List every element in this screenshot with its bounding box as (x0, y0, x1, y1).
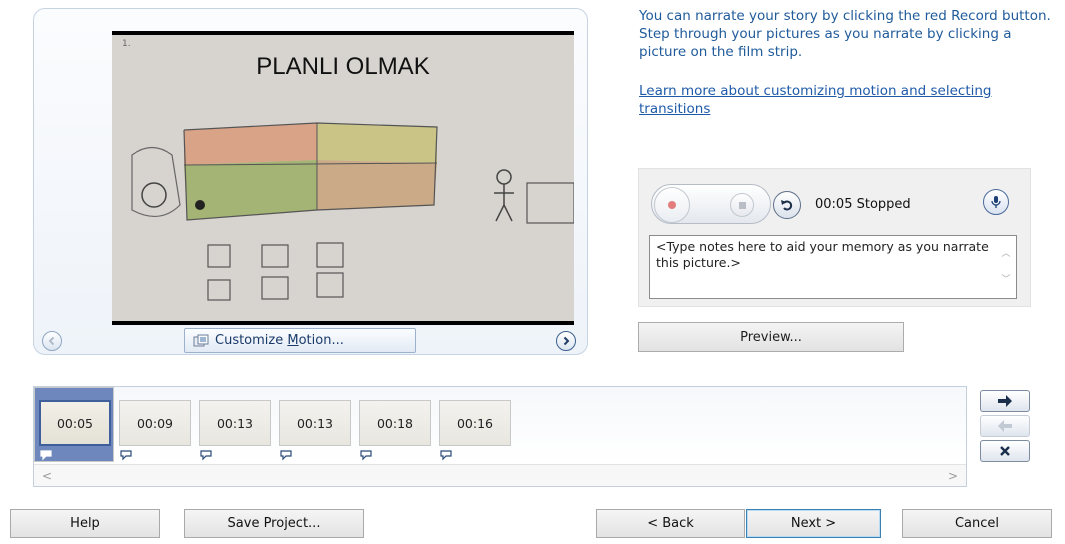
film-strip-rail: 00:05 00:09 00:13 00:13 00:18 00:16 (34, 387, 966, 462)
scroll-down-icon: ﹀ (1001, 275, 1011, 285)
learn-more-link[interactable]: Learn more about customizing motion and … (639, 82, 1059, 118)
film-strip: 00:05 00:09 00:13 00:13 00:18 00:16 < > (33, 386, 967, 487)
narration-time: 00:05 (815, 197, 853, 212)
filmstrip-frame[interactable]: 00:13 (199, 400, 271, 446)
narration-panel: 00:05 Stopped <Type notes here to aid yo… (638, 168, 1031, 307)
undo-icon (781, 200, 793, 211)
arrow-left-icon (998, 420, 1012, 432)
chevron-right-icon (563, 336, 570, 346)
filmstrip-frame[interactable]: 00:18 (359, 400, 431, 446)
narration-note-icon (360, 450, 372, 461)
back-button[interactable]: < Back (596, 509, 745, 538)
remove-picture-button[interactable] (980, 440, 1030, 462)
previous-picture-button[interactable] (42, 331, 62, 351)
scroll-left-button[interactable]: < (42, 469, 52, 483)
film-strip-scrollbar[interactable]: < > (34, 464, 966, 486)
frame-duration: 00:16 (456, 415, 494, 431)
picture-preview-panel: 1. PLANLI OLMAK Customize Motion... (33, 8, 588, 355)
preview-button[interactable]: Preview... (638, 322, 904, 352)
microphone-button[interactable] (983, 189, 1009, 215)
narration-note-icon (120, 450, 132, 461)
picture-preview: 1. PLANLI OLMAK (112, 31, 574, 325)
narration-status: 00:05 Stopped (815, 197, 911, 212)
narration-note-icon (40, 450, 52, 461)
scroll-right-button[interactable]: > (948, 469, 958, 483)
slide-number: 1. (122, 39, 131, 49)
narration-state: Stopped (856, 197, 911, 212)
record-button[interactable] (654, 187, 690, 223)
narration-note-icon (440, 450, 452, 461)
microphone-icon (991, 196, 1001, 208)
undo-narration-button[interactable] (773, 191, 801, 219)
customize-motion-label: Customize Motion... (215, 333, 344, 348)
stop-button[interactable] (730, 193, 754, 217)
stop-icon (738, 201, 746, 209)
record-icon (668, 201, 676, 209)
chevron-left-icon (48, 336, 55, 346)
slide-title: PLANLI OLMAK (256, 53, 430, 80)
filmstrip-frame[interactable]: 00:16 (439, 400, 511, 446)
notes-text: <Type notes here to aid your memory as y… (656, 239, 989, 270)
help-button[interactable]: Help (10, 509, 160, 538)
arrow-right-icon (998, 395, 1012, 407)
close-icon (1000, 446, 1010, 456)
filmstrip-frame[interactable]: 00:13 (279, 400, 351, 446)
filmstrip-frame[interactable]: 00:05 (39, 400, 111, 446)
save-project-button[interactable]: Save Project... (184, 509, 364, 538)
picture-image: 1. PLANLI OLMAK (112, 35, 574, 321)
next-button[interactable]: Next > (746, 509, 881, 538)
narration-note-icon (200, 450, 212, 461)
narration-notes-field[interactable]: <Type notes here to aid your memory as y… (649, 235, 1017, 299)
motion-icon (193, 334, 209, 348)
instructions-text: You can narrate your story by clicking t… (639, 8, 1051, 60)
frame-duration: 00:18 (376, 415, 414, 431)
record-control-group (651, 184, 771, 224)
filmstrip-frame[interactable]: 00:09 (119, 400, 191, 446)
cancel-button[interactable]: Cancel (902, 509, 1052, 538)
frame-duration: 00:09 (136, 415, 174, 431)
frame-duration: 00:05 (56, 415, 94, 431)
scroll-up-icon: ︿ (1001, 249, 1011, 259)
next-picture-button[interactable] (556, 331, 576, 351)
move-right-button[interactable] (980, 390, 1030, 412)
narration-note-icon (280, 450, 292, 461)
notes-scrollbar[interactable]: ︿ ﹀ (996, 236, 1016, 298)
frame-duration: 00:13 (296, 415, 334, 431)
move-left-button[interactable] (980, 415, 1030, 437)
customize-motion-button[interactable]: Customize Motion... (184, 328, 416, 353)
frame-duration: 00:13 (216, 415, 254, 431)
